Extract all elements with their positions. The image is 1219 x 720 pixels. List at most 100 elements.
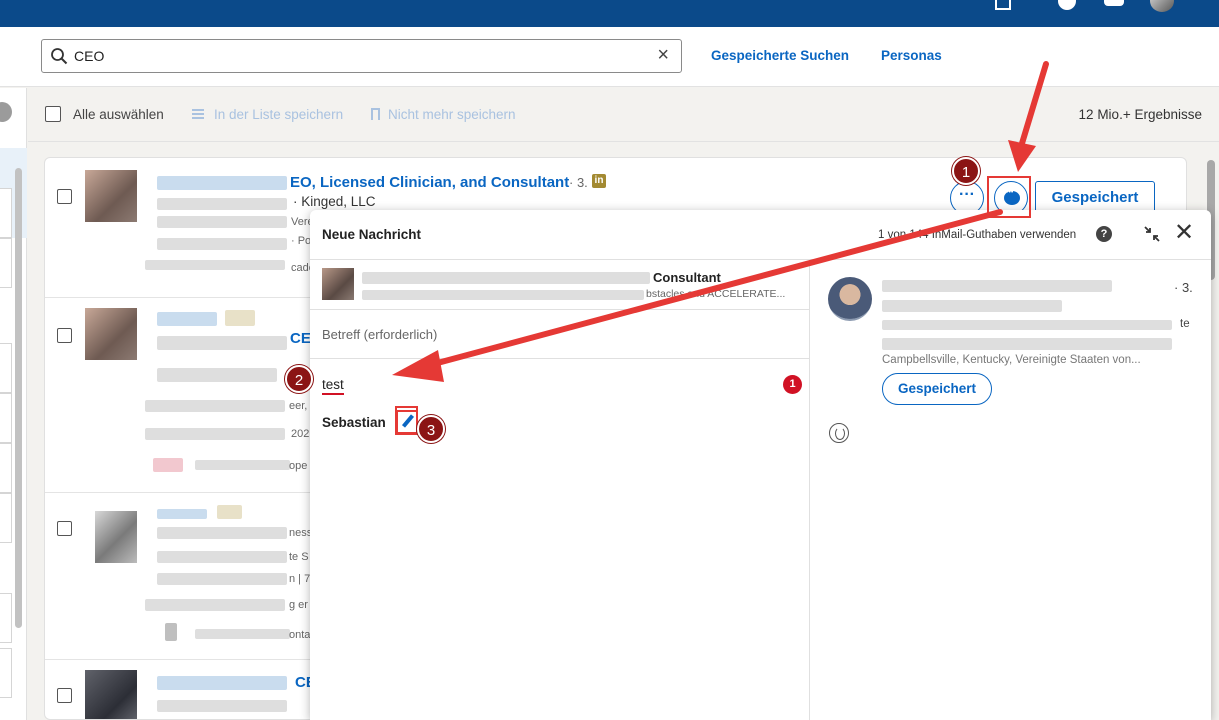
row-checkbox[interactable] xyxy=(57,328,72,343)
search-input[interactable] xyxy=(74,45,654,67)
signature-text: Sebastian xyxy=(322,415,386,430)
unsave-button[interactable]: Nicht mehr speichern xyxy=(388,107,516,122)
annotation-step-2-badge: 2 xyxy=(285,365,313,393)
blurred-text xyxy=(145,260,285,270)
clear-icon[interactable]: × xyxy=(657,44,669,66)
text-fragment: onta xyxy=(289,629,311,641)
close-icon[interactable]: ✕ xyxy=(1174,220,1194,246)
blurred-name xyxy=(157,676,287,690)
search-icon xyxy=(51,48,68,65)
text-fragment: te xyxy=(1180,318,1190,330)
text-fragment: n | 7 xyxy=(289,573,311,585)
grid-icon[interactable] xyxy=(990,0,1014,12)
row-checkbox[interactable] xyxy=(57,688,72,703)
text-fragment: g er xyxy=(289,599,308,611)
avatar[interactable] xyxy=(1150,0,1174,12)
select-all-label[interactable]: Alle auswählen xyxy=(73,107,164,122)
message-body-input[interactable]: test xyxy=(322,377,344,395)
profile-avatar xyxy=(828,277,872,321)
text-fragment: · Po xyxy=(291,235,312,247)
profile-saved-button[interactable]: Gespeichert xyxy=(882,373,992,405)
dialog-header: Neue Nachricht 1 von 144 InMail-Guthaben… xyxy=(310,210,1211,260)
select-all-checkbox[interactable] xyxy=(45,106,61,122)
result-avatar xyxy=(85,670,137,719)
blurred-text xyxy=(882,300,1062,312)
blurred-text xyxy=(157,336,287,350)
blurred-name xyxy=(157,176,287,190)
blurred-text xyxy=(195,629,290,639)
personas-link[interactable]: Personas xyxy=(881,48,942,63)
compose-pane: Consultant bstacles and ACCELERATE... Be… xyxy=(310,260,810,720)
dialog-title: Neue Nachricht xyxy=(322,227,422,242)
rail-panel xyxy=(0,648,12,698)
recipient-avatar xyxy=(322,268,354,300)
blurred-text xyxy=(362,272,650,284)
blurred-chip xyxy=(153,458,183,472)
blurred-name xyxy=(157,312,217,326)
connection-degree: · 3. xyxy=(1174,280,1193,295)
blurred-text xyxy=(145,599,285,611)
rail-panel xyxy=(0,443,12,493)
blurred-text xyxy=(882,338,1172,350)
connection-degree: · 3. xyxy=(569,175,588,190)
blurred-text xyxy=(145,428,285,440)
blurred-name xyxy=(157,509,207,519)
rail-avatar[interactable] xyxy=(0,102,12,122)
row-checkbox[interactable] xyxy=(57,189,72,204)
left-rail xyxy=(0,88,27,720)
saved-searches-link[interactable]: Gespeicherte Suchen xyxy=(711,48,849,63)
rail-panel xyxy=(0,393,12,443)
linkedin-badge-icon: in xyxy=(592,174,606,188)
recipient-headline: bstacles and ACCELERATE... xyxy=(646,288,786,300)
help-icon[interactable]: ? xyxy=(1096,226,1112,242)
recipient-name: Consultant xyxy=(653,270,721,285)
save-to-list-button[interactable]: In der Liste speichern xyxy=(214,107,343,122)
globe-icon xyxy=(829,423,849,443)
blurred-text xyxy=(362,290,644,300)
result-count: 12 Mio.+ Ergebnisse xyxy=(1078,107,1202,122)
result-avatar xyxy=(95,511,137,563)
top-nav-bar xyxy=(0,0,1219,27)
blurred-text xyxy=(157,216,287,228)
rail-panel xyxy=(0,238,12,288)
error-count-badge: 1 xyxy=(783,375,802,394)
search-box[interactable]: × xyxy=(41,39,682,73)
text-fragment: te S xyxy=(289,551,309,563)
blurred-text xyxy=(145,400,285,412)
text-fragment: 202 xyxy=(291,428,310,440)
row-checkbox[interactable] xyxy=(57,521,72,536)
bookmark-icon xyxy=(371,108,380,120)
blurred-chip xyxy=(165,623,177,641)
rail-scrollbar[interactable] xyxy=(15,168,22,628)
text-fragment: ope xyxy=(289,460,308,472)
subject-field[interactable]: Betreff (erforderlich) xyxy=(310,310,810,359)
result-title[interactable]: EO, Licensed Clinician, and Consultant xyxy=(290,174,569,191)
blurred-badge xyxy=(217,505,242,519)
list-icon xyxy=(192,109,204,119)
results-toolbar: Alle auswählen In der Liste speichern Ni… xyxy=(28,88,1219,142)
help-icon[interactable] xyxy=(1056,0,1080,12)
rail-panel xyxy=(0,188,12,238)
blurred-text xyxy=(157,527,287,539)
blurred-text xyxy=(195,460,290,470)
result-avatar xyxy=(85,170,137,222)
annotation-highlight-box xyxy=(395,406,418,435)
search-row: × Gespeicherte Suchen Personas xyxy=(0,27,1219,87)
text-fragment: eer, xyxy=(289,400,308,412)
rail-panel xyxy=(0,493,12,543)
blurred-text xyxy=(157,238,287,250)
bell-icon[interactable] xyxy=(1102,0,1126,12)
result-avatar xyxy=(85,308,137,360)
result-company: · Kinged, LLC xyxy=(293,194,376,209)
blurred-text xyxy=(157,700,287,712)
subject-placeholder: Betreff (erforderlich) xyxy=(322,327,438,342)
blurred-text xyxy=(157,573,287,585)
minimize-icon[interactable] xyxy=(1142,224,1162,244)
annotation-step-1-badge: 1 xyxy=(952,157,980,185)
blurred-text xyxy=(882,280,1112,292)
recipient-row: Consultant bstacles and ACCELERATE... xyxy=(310,260,810,310)
profile-location: Campbellsville, Kentucky, Vereinigte Sta… xyxy=(882,354,1141,366)
annotation-highlight-box xyxy=(987,176,1031,218)
inmail-credits: 1 von 144 InMail-Guthaben verwenden xyxy=(878,229,1077,241)
blurred-text xyxy=(157,368,277,382)
